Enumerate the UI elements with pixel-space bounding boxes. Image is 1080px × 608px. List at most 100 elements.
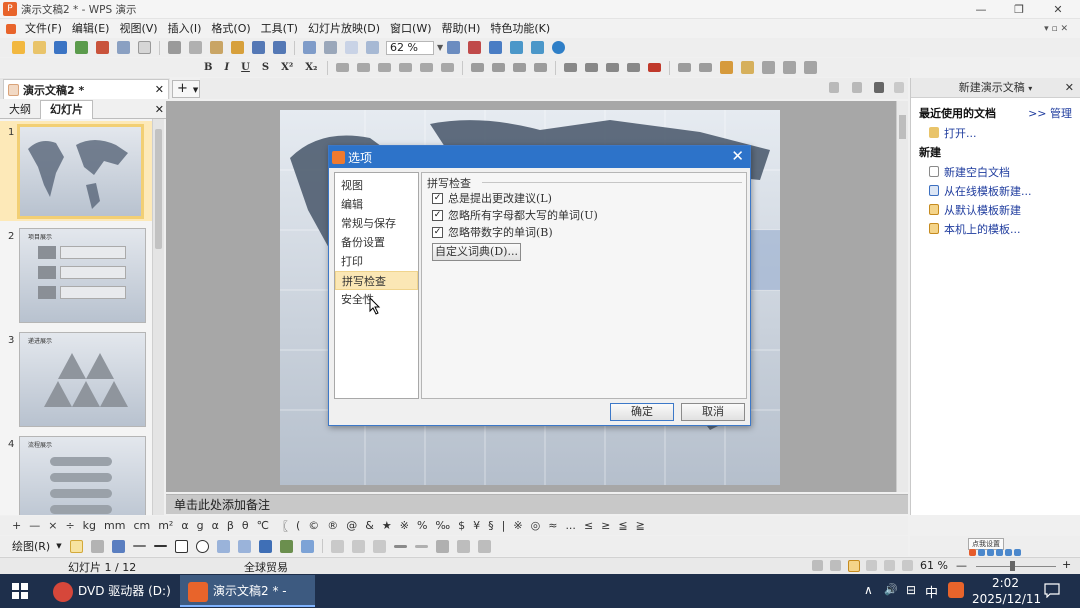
open-link[interactable]: 打开... — [911, 123, 1080, 142]
symbol-button[interactable]: @ — [346, 519, 357, 532]
slide-view-icon[interactable] — [874, 82, 884, 93]
menu-insert[interactable]: 插入(I) — [163, 19, 207, 38]
layout-icon[interactable] — [741, 61, 755, 74]
align-left-icon[interactable] — [336, 63, 350, 72]
symbol-button[interactable]: ※ — [513, 519, 522, 532]
symbol-button[interactable]: α — [212, 519, 219, 532]
normal-view-status-icon[interactable] — [848, 560, 860, 572]
ok-button[interactable]: 确定 — [610, 403, 674, 421]
shadow-icon[interactable] — [456, 539, 470, 553]
mini-icon[interactable] — [969, 548, 976, 556]
line-spacing-icon[interactable] — [441, 63, 455, 72]
symbol-button[interactable]: × — [48, 519, 57, 532]
draw-menu[interactable]: 绘图(R) — [12, 538, 50, 554]
symbol-button[interactable]: ® — [327, 519, 338, 532]
menu-tools[interactable]: 工具(T) — [256, 19, 303, 38]
spellcheck-icon[interactable] — [468, 41, 482, 54]
group-icon[interactable] — [699, 63, 713, 72]
normal-view-icon[interactable] — [829, 82, 839, 93]
zoom-in-button[interactable]: + — [1062, 558, 1071, 571]
ellipse-icon[interactable] — [195, 539, 209, 553]
wordart-icon[interactable] — [258, 539, 272, 553]
crop-icon[interactable] — [804, 61, 818, 74]
category-backup[interactable]: 备份设置 — [335, 233, 418, 252]
symbol-button[interactable]: 〖 — [277, 518, 288, 534]
arrow-style-icon[interactable] — [435, 539, 449, 553]
close-task-pane-icon[interactable]: ✕ — [1065, 78, 1074, 98]
taskbar-dvd-drive[interactable]: DVD 驱动器 (D:) W... — [48, 575, 176, 607]
paste-icon[interactable] — [210, 41, 223, 54]
manage-link[interactable]: >> 管理 — [1028, 105, 1072, 121]
table-layout-icon[interactable] — [783, 61, 797, 74]
symbol-button[interactable]: ‰ — [435, 519, 450, 532]
document-tab[interactable]: 演示文稿2 * ✕ — [3, 79, 169, 99]
help-icon[interactable] — [552, 41, 566, 54]
open-icon[interactable] — [33, 41, 46, 54]
close-window-button[interactable]: ✕ — [1038, 0, 1078, 19]
insert-picture-icon[interactable] — [300, 539, 314, 553]
subscript-button[interactable]: X₂ — [305, 62, 317, 73]
symbol-button[interactable]: g — [197, 519, 204, 532]
slideshow-icon[interactable] — [510, 41, 524, 54]
symbol-button[interactable]: ℃ — [257, 519, 269, 532]
superscript-button[interactable]: X² — [281, 62, 293, 73]
slide-thumb-2[interactable]: 项目展示 — [19, 228, 146, 323]
menu-slideshow[interactable]: 幻灯片放映(D) — [303, 19, 385, 38]
category-print[interactable]: 打印 — [335, 252, 418, 271]
menu-help[interactable]: 帮助(H) — [437, 19, 486, 38]
category-spellcheck[interactable]: 拼写检查 — [335, 271, 418, 290]
mini-icon[interactable] — [996, 548, 1003, 556]
symbol-button[interactable]: % — [417, 519, 427, 532]
slideshow-view-icon[interactable] — [902, 560, 913, 571]
paragraph-icon[interactable] — [606, 63, 620, 72]
symbol-button[interactable]: $ — [458, 519, 465, 532]
tab-outline[interactable]: 大纲 — [0, 101, 40, 119]
chevron-down-icon[interactable]: ▼ — [56, 542, 61, 550]
dash-style-icon[interactable] — [414, 544, 428, 548]
vertical-textbox-icon[interactable] — [237, 539, 251, 553]
shrink-font-icon[interactable] — [585, 63, 599, 72]
symbol-button[interactable]: — — [29, 519, 40, 532]
task-pane-toggle-icon[interactable] — [894, 82, 904, 93]
symbol-button[interactable]: ≥ — [601, 519, 610, 532]
mini-icon[interactable] — [1014, 548, 1021, 556]
design-icon[interactable] — [720, 61, 734, 74]
wps-menu-icon[interactable] — [6, 23, 16, 34]
new-tab-button[interactable]: + ▼ — [172, 80, 200, 98]
close-panel-icon[interactable]: ✕ — [155, 103, 164, 116]
autoshapes-icon[interactable] — [111, 539, 125, 553]
canvas-scrollbar[interactable] — [896, 101, 908, 492]
line-style-icon[interactable] — [393, 544, 407, 548]
windows-start-icon[interactable] — [12, 583, 28, 599]
ime-indicator[interactable]: 中 — [925, 582, 938, 601]
menu-view[interactable]: 视图(V) — [114, 19, 162, 38]
grid-icon[interactable] — [366, 41, 379, 54]
scrollbar-thumb[interactable] — [155, 129, 162, 249]
increase-indent-icon[interactable] — [534, 63, 548, 72]
text-direction-icon[interactable] — [627, 63, 641, 72]
slide-thumb-4[interactable]: 流程展示 — [19, 436, 146, 515]
volume-icon[interactable]: 🔊 — [884, 583, 898, 596]
sorter-view-icon[interactable] — [866, 560, 877, 571]
online-template-link[interactable]: 从在线模板新建... — [911, 181, 1080, 200]
font-name-select[interactable] — [8, 61, 88, 75]
symbol-button[interactable]: + — [12, 519, 21, 532]
arrange-icon[interactable] — [678, 63, 692, 72]
format-painter-icon[interactable] — [231, 41, 244, 54]
doc-window-controls[interactable]: ▾ ▫ ✕ — [1044, 24, 1068, 34]
restore-button[interactable]: ❐ — [999, 0, 1039, 19]
symbol-button[interactable]: § — [488, 519, 494, 532]
symbol-button[interactable]: cm — [133, 519, 150, 532]
minimize-button[interactable]: — — [961, 0, 1001, 19]
select-pointer-icon[interactable] — [69, 539, 83, 553]
line-color-icon[interactable] — [351, 539, 365, 553]
slide-thumb-1[interactable] — [17, 124, 144, 219]
clipart-icon[interactable] — [279, 539, 293, 553]
checkbox[interactable]: ✓ — [432, 192, 443, 204]
zoom-slider[interactable] — [976, 566, 1056, 567]
new-blank-link[interactable]: 新建空白文档 — [911, 162, 1080, 181]
local-template-link[interactable]: 本机上的模板... — [911, 219, 1080, 238]
mini-icon[interactable] — [978, 548, 985, 556]
arrow-icon[interactable] — [153, 545, 167, 547]
zoom-slider-thumb[interactable] — [1010, 561, 1015, 571]
